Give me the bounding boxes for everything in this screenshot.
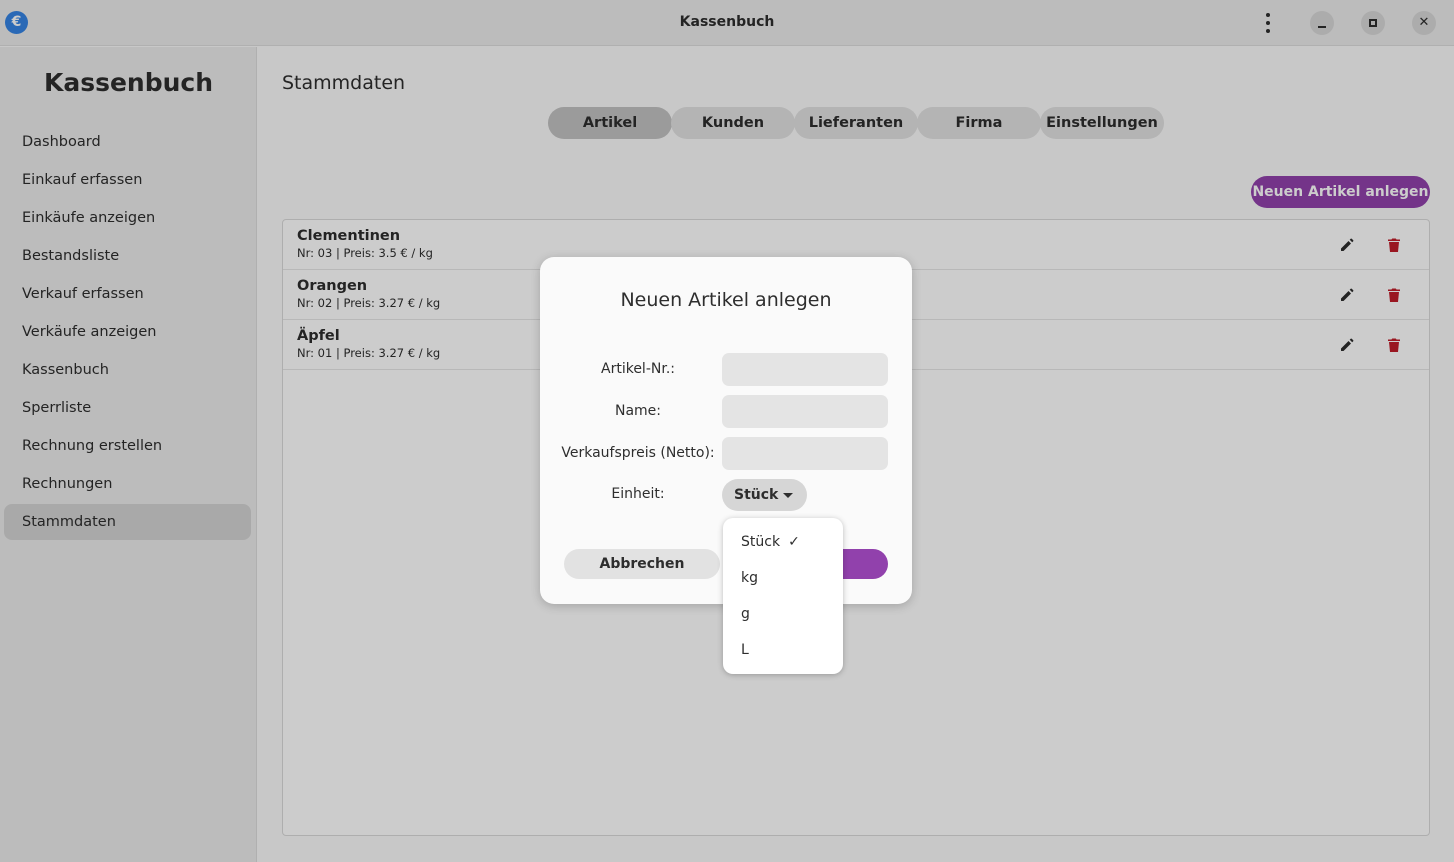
unit-dropdown[interactable]: Stück <box>722 479 807 511</box>
unit-label: Einheit: <box>611 486 665 502</box>
name-label: Name: <box>614 403 662 419</box>
unit-option-label: kg <box>741 570 758 586</box>
unit-popover-menu: Stück ✓ kg g L <box>723 518 843 674</box>
article-no-field[interactable] <box>722 353 888 386</box>
unit-dropdown-value: Stück <box>734 487 779 503</box>
unit-option-label: Stück <box>741 534 781 550</box>
unit-option-l[interactable]: L <box>723 632 843 668</box>
price-field[interactable] <box>722 437 888 470</box>
chevron-down-icon <box>783 493 793 498</box>
unit-option-label: L <box>741 642 749 658</box>
unit-option-kg[interactable]: kg <box>723 560 843 596</box>
unit-option-label: g <box>741 606 750 622</box>
cancel-button[interactable]: Abbrechen <box>564 549 720 579</box>
article-no-label: Artikel-Nr.: <box>601 361 675 377</box>
unit-option-g[interactable]: g <box>723 596 843 632</box>
name-field[interactable] <box>722 395 888 428</box>
unit-option-stueck[interactable]: Stück ✓ <box>723 524 843 560</box>
checkmark-icon: ✓ <box>788 534 800 550</box>
price-label: Verkaufspreis (Netto): <box>561 445 715 461</box>
dialog-title: Neuen Artikel anlegen <box>620 289 832 311</box>
